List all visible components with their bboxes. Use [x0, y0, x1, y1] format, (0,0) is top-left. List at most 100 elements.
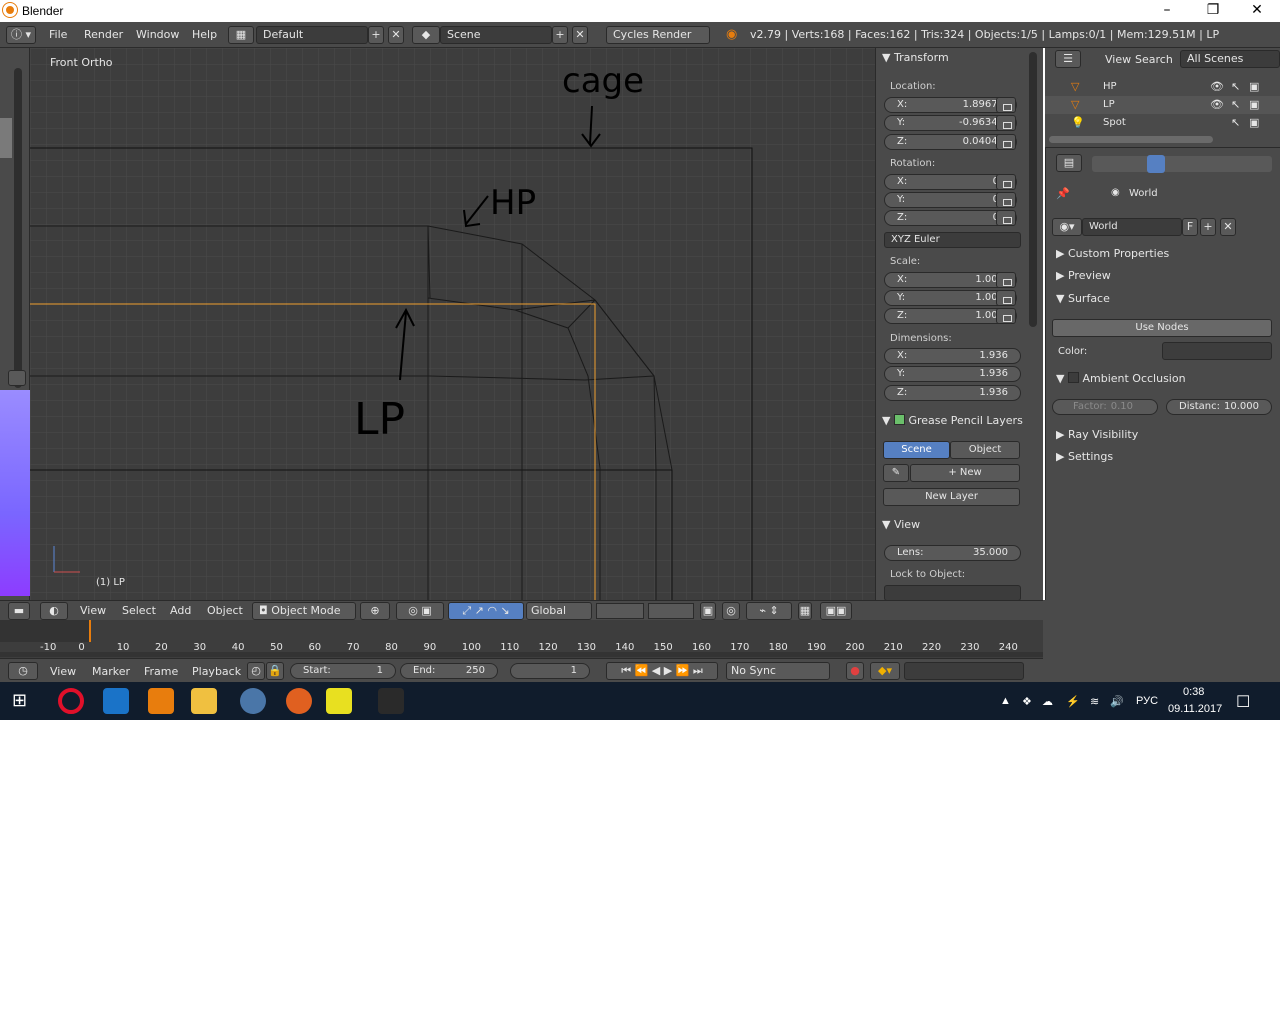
pencil-icon[interactable]: ✎ — [883, 464, 909, 482]
editor-type-info-icon[interactable]: ⓘ ▾ — [6, 26, 36, 44]
camera-render-icon[interactable]: ▣ — [1249, 98, 1259, 111]
dimensions-x-field[interactable]: X: 1.936 — [884, 348, 1021, 364]
tool-tabs[interactable] — [0, 118, 12, 158]
current-frame-marker[interactable] — [89, 620, 91, 642]
snap-element-icons[interactable]: ⌁ ⇕ — [746, 602, 792, 620]
clock-time[interactable]: 0:38 — [1183, 686, 1204, 698]
grease-pencil-panel-header[interactable]: ▼ Grease Pencil Layers — [882, 414, 1023, 427]
dropbox-icon[interactable]: ❖ — [1022, 695, 1032, 708]
timeline-editor-icon[interactable]: ◷ — [8, 662, 38, 680]
playback-controls[interactable]: ⏮ ⏪ ◀ ▶ ⏩ ⏭ — [606, 662, 718, 680]
menu-add[interactable]: Add — [170, 604, 191, 617]
eye-icon[interactable]: 👁 — [1210, 80, 1224, 93]
preview-header[interactable]: ▶ Preview — [1056, 269, 1111, 282]
properties-editor-icon[interactable]: ▤ — [1056, 154, 1082, 172]
world-tab-icon[interactable] — [1147, 155, 1165, 173]
use-nodes-button[interactable]: Use Nodes — [1052, 319, 1272, 337]
lock-icon[interactable] — [996, 115, 1016, 131]
tool-shelf-strip[interactable] — [0, 48, 30, 600]
cursor-icon[interactable]: ↖ — [1231, 116, 1240, 129]
editor-type-icon[interactable]: ▬ — [8, 602, 30, 620]
camera-render-icon[interactable]: ▣ — [1249, 80, 1259, 93]
remove-scene-icon[interactable]: ✕ — [572, 26, 588, 44]
outliner-search-menu[interactable]: Search — [1135, 53, 1173, 66]
menu-object[interactable]: Object — [207, 604, 243, 617]
maximize-button[interactable]: ❐ — [1190, 0, 1236, 22]
keying-set-icon[interactable]: ◆▾ — [870, 662, 900, 680]
calendar-app-icon[interactable] — [326, 688, 352, 714]
menu-view[interactable]: View — [80, 604, 106, 617]
new-grease-button[interactable]: + New — [910, 464, 1020, 482]
factor-field[interactable]: Factor: 0.10 — [1052, 399, 1158, 415]
fake-user-button[interactable]: F — [1182, 218, 1198, 236]
lock-icon[interactable] — [996, 290, 1016, 306]
tab-scene[interactable]: Scene — [883, 441, 950, 459]
layer-buttons-b[interactable] — [648, 603, 694, 619]
cloud-icon[interactable]: ☁ — [1042, 695, 1053, 708]
properties-region[interactable]: ▼ Transform Location: Rotation: XYZ Eule… — [875, 48, 1043, 600]
lock-icon[interactable] — [996, 192, 1016, 208]
pivot-icon[interactable]: ⊕ — [360, 602, 390, 620]
cursor-icon[interactable]: ↖ — [1231, 80, 1240, 93]
surface-header[interactable]: ▼ Surface — [1056, 292, 1110, 305]
rotation-mode-dropdown[interactable]: XYZ Euler — [884, 232, 1021, 248]
dimensions-y-field[interactable]: Y: 1.936 — [884, 366, 1021, 382]
cursor-icon[interactable]: ↖ — [1231, 98, 1240, 111]
lock-icon[interactable] — [996, 272, 1016, 288]
eye-icon[interactable]: 👁 — [1210, 98, 1224, 111]
tool-shelf-scrollbar[interactable] — [14, 68, 22, 388]
file-explorer-icon[interactable] — [191, 688, 217, 714]
tool-shelf-toggle-icon[interactable] — [8, 370, 26, 386]
lock-icon[interactable] — [996, 97, 1016, 113]
mode-dropdown[interactable]: ◘ Object Mode — [252, 602, 356, 620]
menu-file[interactable]: File — [49, 28, 67, 41]
world-color-swatch[interactable] — [1162, 342, 1272, 360]
minimize-button[interactable]: – — [1144, 0, 1190, 22]
vk-icon[interactable] — [240, 688, 266, 714]
close-button[interactable]: ✕ — [1234, 0, 1280, 22]
orientation-dropdown[interactable]: Global — [526, 602, 592, 620]
outliner-view-menu[interactable]: View — [1105, 53, 1131, 66]
preview-range-icon[interactable]: ◴ — [247, 662, 265, 680]
tab-object[interactable]: Object — [950, 441, 1020, 459]
render-engine-dropdown[interactable]: Cycles Render — [606, 26, 710, 44]
timeline-frame-menu[interactable]: Frame — [144, 665, 178, 678]
keying-set-field[interactable] — [904, 662, 1024, 680]
screen-layout-icon[interactable]: ▦ — [228, 26, 254, 44]
layer-buttons-a[interactable] — [596, 603, 644, 619]
scene-icon[interactable]: ◆ — [412, 26, 440, 44]
new-layer-button[interactable]: New Layer — [883, 488, 1020, 506]
remove-world-icon[interactable]: ✕ — [1220, 218, 1236, 236]
windows-start-icon[interactable]: ⊞ — [12, 692, 32, 712]
grease-pencil-checkbox[interactable] — [893, 414, 905, 425]
timeline-marker-menu[interactable]: Marker — [92, 665, 130, 678]
manipulator-icons[interactable]: ⤢ ↗ ◠ ↘ — [448, 602, 524, 620]
volume-icon[interactable]: 🔊 — [1110, 695, 1124, 708]
settings-header[interactable]: ▶ Settings — [1056, 450, 1113, 463]
render-icons[interactable]: ▣▣ — [820, 602, 852, 620]
viewport-canvas[interactable]: cage HP LP — [30, 48, 875, 600]
timeline-scrollbar[interactable] — [0, 652, 1043, 657]
ao-checkbox[interactable] — [1067, 372, 1079, 383]
layer-lock-icon[interactable]: ▣ — [700, 602, 716, 620]
current-frame-field[interactable]: 1 — [510, 663, 590, 679]
unity-icon[interactable] — [378, 688, 404, 714]
sync-dropdown[interactable]: No Sync — [726, 662, 830, 680]
dimensions-z-field[interactable]: Z: 1.936 — [884, 385, 1021, 401]
timeline[interactable]: -10 0 10 20 30 40 50 60 70 80 90 100 110 120 130 140 150… — [0, 620, 1043, 658]
outliner-filter-dropdown[interactable]: All Scenes — [1180, 50, 1280, 68]
start-frame-field[interactable]: Start: 1 — [290, 663, 396, 679]
record-icon[interactable]: ● — [846, 662, 864, 680]
world-name-field[interactable]: World — [1082, 218, 1182, 236]
view-panel-header[interactable]: ▼ View — [882, 518, 920, 531]
world-browse-icon[interactable]: ◉▾ — [1052, 218, 1082, 236]
end-frame-field[interactable]: End: 250 — [400, 663, 498, 679]
timeline-playback-menu[interactable]: Playback — [192, 665, 241, 678]
tray-chevron-icon[interactable]: ▲ — [1000, 695, 1011, 707]
screen-layout-field[interactable]: Default — [256, 26, 368, 44]
outlook-icon[interactable] — [103, 688, 129, 714]
lock-icon[interactable] — [996, 174, 1016, 190]
lock-icon[interactable] — [996, 308, 1016, 324]
notifications-icon[interactable]: ☐ — [1236, 692, 1250, 712]
firefox-icon[interactable] — [286, 688, 312, 714]
